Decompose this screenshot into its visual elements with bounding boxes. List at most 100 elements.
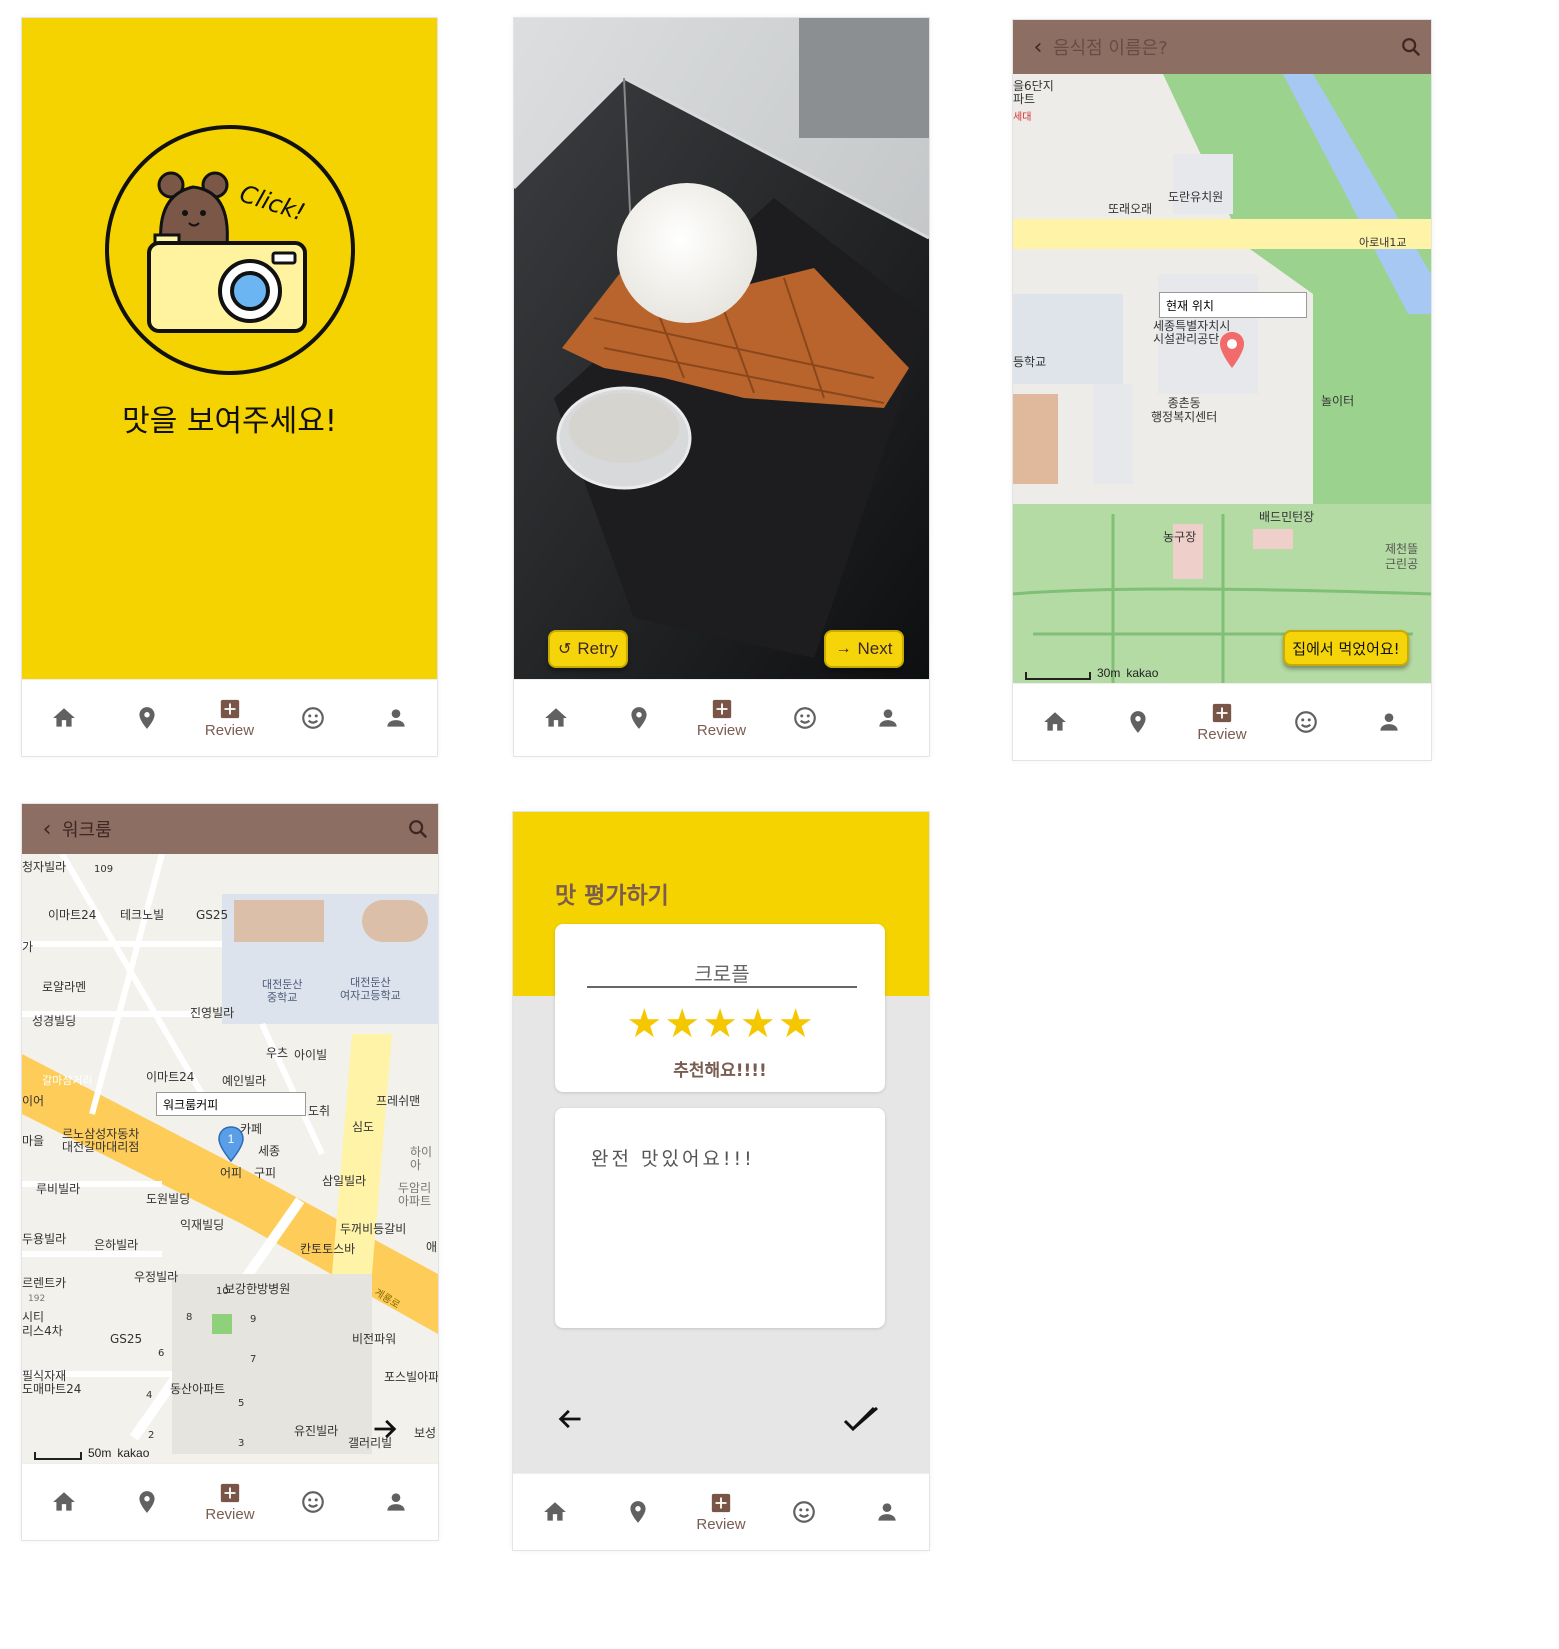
star-icon[interactable]: ★ (626, 1004, 662, 1044)
nav-review[interactable]: Review (1192, 702, 1252, 743)
nav-map[interactable] (117, 705, 177, 731)
map-provider-logo: kakao (117, 1446, 150, 1460)
map-label-a2: 109 (94, 864, 114, 875)
map-label-a48: 애 (426, 1240, 438, 1254)
map-label-a22: 세종 (258, 1144, 281, 1158)
review-text-card[interactable]: 완전 맛있어요!!! (555, 1108, 885, 1328)
star-icon[interactable]: ★ (664, 1004, 700, 1044)
map-label-a30: 두용빌라 (22, 1232, 67, 1246)
back-arrow-icon[interactable]: ‹ (32, 817, 62, 842)
home-icon (544, 708, 567, 727)
nav-profile[interactable] (1359, 709, 1419, 735)
map-label-n7: 4 (146, 1390, 153, 1401)
person-icon (386, 709, 405, 727)
nav-home[interactable] (525, 1499, 585, 1525)
nav-review-label: Review (205, 1505, 255, 1523)
nav-home[interactable] (34, 1489, 94, 1515)
restaurant-search-input[interactable]: 음식점 이름은? (1053, 34, 1391, 60)
back-button[interactable] (553, 1402, 587, 1436)
phone-screen-review: 맛 평가하기 크로플 ★ ★ ★ ★ ★ 추천해요!!!! 완전 맛있어요!!! Rev… (513, 812, 929, 1550)
camera-circle-button[interactable]: Click! (105, 125, 355, 375)
nav-profile[interactable] (366, 705, 426, 731)
star-icon[interactable]: ★ (702, 1004, 738, 1044)
nav-mood[interactable] (774, 1499, 834, 1525)
submit-button[interactable] (841, 1402, 881, 1436)
star-icon[interactable]: ★ (740, 1004, 776, 1044)
map-label-l2: 도란유치원 (1168, 190, 1224, 204)
nav-map[interactable] (608, 1499, 668, 1525)
nav-review[interactable]: Review (200, 1482, 260, 1523)
nav-mood[interactable] (283, 705, 343, 731)
nav-map[interactable] (1108, 709, 1168, 735)
retry-button[interactable]: ↺ Retry (548, 630, 628, 668)
nav-home[interactable] (526, 705, 586, 731)
person-icon (387, 1493, 406, 1511)
search-result-marker-icon[interactable]: 1 (218, 1126, 244, 1162)
map-label-a17: 도취 (308, 1104, 331, 1118)
nav-mood[interactable] (775, 705, 835, 731)
nav-profile[interactable] (366, 1489, 426, 1515)
star-icon[interactable]: ★ (778, 1004, 814, 1044)
map-label-a40: 필식자재 도매마트24 (22, 1369, 82, 1396)
add-review-icon (220, 1483, 240, 1502)
nav-mood[interactable] (283, 1489, 343, 1515)
back-arrow-icon[interactable]: ‹ (1023, 35, 1053, 60)
search-icon (409, 820, 428, 839)
map-label-l9: 농구장 (1163, 530, 1197, 544)
smiley-icon (793, 1501, 815, 1523)
current-location-marker-icon[interactable] (1217, 330, 1247, 370)
search-button[interactable] (398, 818, 438, 840)
restaurant-search-input[interactable]: 워크룸 (62, 816, 398, 842)
map-label-apt: 을6단지 파트 (1013, 79, 1054, 106)
map-label-a28: 익재빌딩 (180, 1218, 225, 1232)
nav-mood[interactable] (1276, 709, 1336, 735)
nav-review[interactable]: Review (691, 1492, 751, 1533)
arrow-left-icon (558, 1409, 581, 1429)
map-label-a42: 포스빌아파 (384, 1370, 438, 1384)
nav-map[interactable] (609, 705, 669, 731)
map-label-a10: 성경빌딩 (32, 1014, 77, 1028)
next-button[interactable]: → Next (824, 630, 904, 668)
current-location-popup: 현재 위치 (1159, 292, 1307, 318)
map-label-a23: 어피 (220, 1166, 243, 1180)
map-label-a7: 로얄라멘 (42, 980, 87, 994)
rating-text: 추천해요!!!! (673, 1061, 767, 1081)
add-review-icon (1212, 703, 1232, 722)
map-label-a39: 비전파워 (352, 1332, 397, 1346)
star-rating[interactable]: ★ ★ ★ ★ ★ (555, 1004, 885, 1044)
scale-line (34, 1452, 82, 1460)
ate-at-home-button[interactable]: 집에서 먹었어요! (1283, 630, 1409, 666)
bottom-navigation: Review (22, 1463, 438, 1540)
map-label-a50: 마을 (22, 1134, 45, 1148)
map-label-a35: 보강한방병원 (224, 1282, 291, 1296)
map-label-a8: 대전둔산 중학교 (262, 978, 303, 1004)
nav-review[interactable]: Review (692, 698, 752, 739)
scale-text: 50m (88, 1446, 112, 1460)
person-icon (878, 709, 897, 727)
smiley-icon (302, 1491, 324, 1513)
home-icon (52, 1492, 75, 1511)
map-label-a29: 두꺼비등갈비 (340, 1222, 407, 1236)
nav-profile[interactable] (858, 705, 918, 731)
search-button[interactable] (1391, 36, 1431, 58)
retry-icon: ↺ (557, 641, 572, 658)
map-view[interactable]: 청자빌라 109 이마트24 테크노빌 GS25 가 로얄라멘 대전둔산 중학교… (22, 854, 438, 1464)
add-review-icon (220, 699, 239, 718)
map-tiles (1013, 74, 1431, 684)
review-text[interactable]: 완전 맛있어요!!! (591, 1144, 755, 1171)
nav-review[interactable]: Review (200, 698, 260, 739)
nav-home[interactable] (34, 705, 94, 731)
nav-profile[interactable] (857, 1499, 917, 1525)
map-label-l5: 등학교 (1013, 355, 1047, 369)
map-label-a26: 삼일빌라 (322, 1174, 367, 1188)
next-arrow-button[interactable] (368, 1412, 402, 1446)
food-name-field[interactable]: 크로플 (587, 958, 857, 988)
map-label-a24: 구피 (254, 1166, 277, 1180)
smiley-icon (301, 707, 324, 729)
nav-map[interactable] (117, 1489, 177, 1515)
search-app-bar: ‹ 음식점 이름은? (1013, 20, 1431, 74)
map-view[interactable]: 을6단지 파트 세대 또래오래 도란유치원 아로내1교 현재 위치 세종특별자치… (1013, 74, 1431, 684)
nav-home[interactable] (1025, 709, 1085, 735)
map-scale: 30m kakao (1025, 666, 1158, 680)
arrow-right-icon (374, 1419, 397, 1439)
